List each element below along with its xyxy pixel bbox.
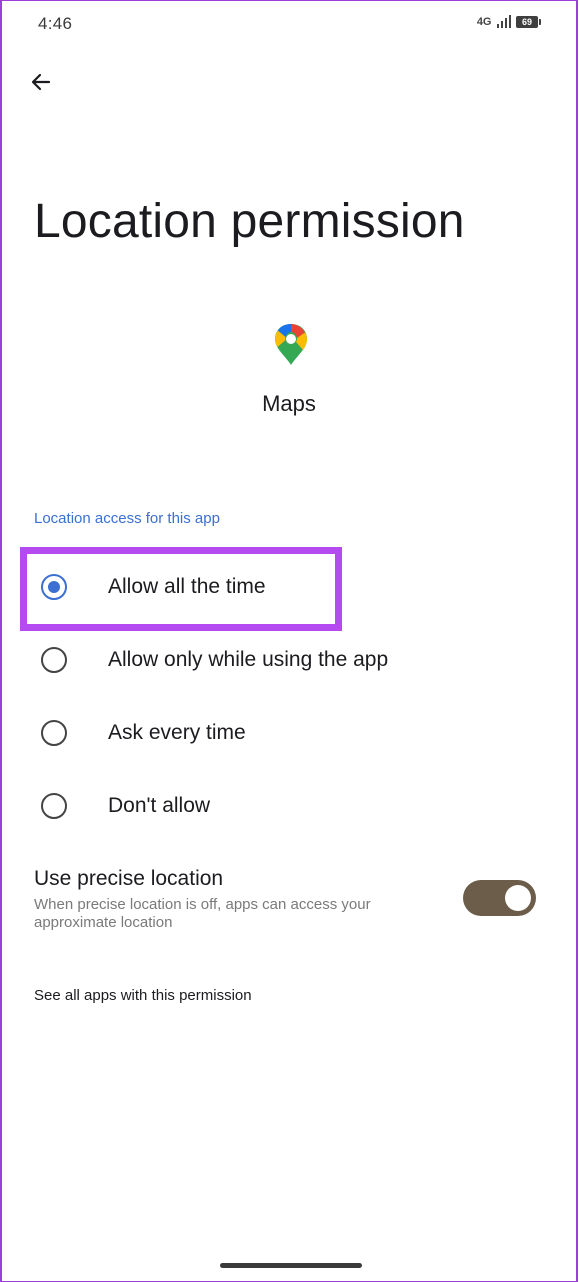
signal-icon	[496, 15, 511, 28]
status-bar: 4:46 4G 69	[2, 1, 576, 47]
radio-button[interactable]	[41, 720, 67, 746]
option-allow-while-using[interactable]: Allow only while using the app	[2, 630, 576, 690]
precise-location-toggle[interactable]	[463, 880, 536, 916]
network-type-label: 4G	[476, 15, 492, 28]
battery-level: 69	[521, 16, 532, 27]
back-button[interactable]	[24, 65, 58, 99]
page-title: Location permission	[34, 195, 465, 248]
app-name: Maps	[262, 391, 316, 416]
option-ask-every-time[interactable]: Ask every time	[2, 703, 576, 763]
status-time: 4:46	[38, 14, 73, 33]
google-maps-pin-icon	[270, 321, 312, 367]
highlight-annotation	[20, 547, 342, 631]
option-label: Don't allow	[108, 794, 211, 817]
option-dont-allow[interactable]: Don't allow	[2, 776, 576, 836]
home-indicator[interactable]	[220, 1263, 362, 1268]
option-label: Ask every time	[108, 721, 246, 744]
battery-icon: 69	[516, 15, 541, 28]
arrow-left-icon	[31, 73, 51, 91]
status-icons: 4G 69	[476, 15, 541, 28]
section-header: Location access for this app	[34, 510, 220, 527]
precise-location-title: Use precise location	[34, 867, 224, 890]
toggle-knob	[505, 885, 531, 911]
option-label: Allow only while using the app	[108, 648, 389, 671]
precise-location-description: When precise location is off, apps can a…	[34, 896, 371, 931]
radio-button[interactable]	[41, 647, 67, 673]
see-all-apps-link[interactable]: See all apps with this permission	[34, 987, 252, 1004]
radio-button[interactable]	[41, 793, 67, 819]
